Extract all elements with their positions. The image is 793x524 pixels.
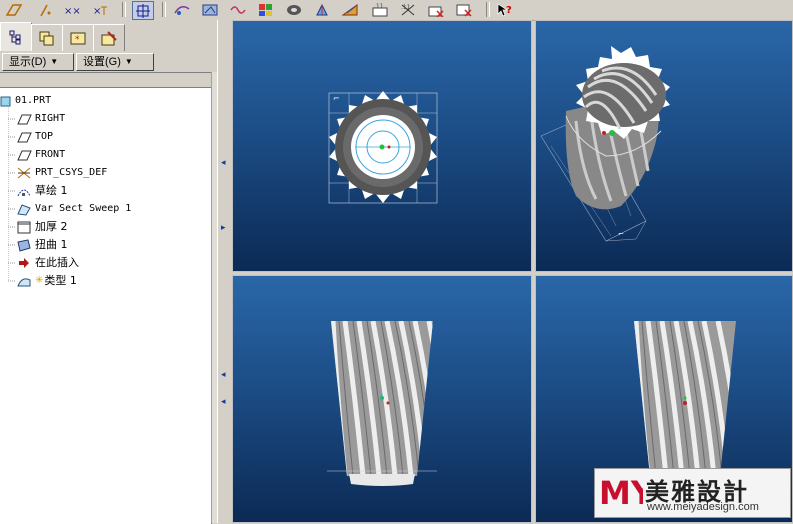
shading-icon[interactable] <box>228 1 248 18</box>
tree-item-insert-here[interactable]: 在此插入 <box>16 255 79 271</box>
layer-tab[interactable] <box>31 24 63 51</box>
tree-item-label: 加厚 2 <box>35 220 68 233</box>
tree-item-label: RIGHT <box>35 113 66 124</box>
tree-item-label: 类型 1 <box>44 274 77 287</box>
style-star-icon: ✳ <box>35 275 44 286</box>
isometric-view-model: ⌐ <box>540 46 670 242</box>
svg-text:MY: MY <box>599 474 643 512</box>
main-toolbar: ×× × .11 .11 ? <box>0 0 793 21</box>
settings-menu-button[interactable]: 设置(G) ▼ <box>76 53 154 71</box>
chevron-down-icon: ▼ <box>50 57 59 66</box>
tree-item-label: TOP <box>35 131 54 142</box>
panel-splitter[interactable]: ◂ ▸ ◂ ◂ <box>217 20 232 523</box>
saved-views-icon[interactable] <box>340 1 360 18</box>
watermark-url: www.meiyadesign.com <box>647 501 759 513</box>
show-menu-button[interactable]: 显示(D) ▼ <box>2 53 74 71</box>
expand-arrow-icon[interactable]: ▸ <box>221 223 227 233</box>
collapse-arrow-icon[interactable]: ◂ <box>221 370 227 380</box>
setup-icon[interactable]: .11 <box>398 1 418 18</box>
analysis-icon[interactable] <box>454 1 474 18</box>
meiya-logo: MY <box>599 472 655 512</box>
tree-item-label: 扭曲 1 <box>35 238 68 251</box>
svg-text:*: * <box>75 35 80 45</box>
collapse-arrow-icon[interactable]: ◂ <box>221 158 227 168</box>
spin-center-icon[interactable] <box>200 1 220 18</box>
tree-item-warp[interactable]: 扭曲 1 <box>16 237 68 253</box>
svg-text:?: ? <box>506 5 512 16</box>
svg-text:.11: .11 <box>374 3 384 10</box>
tree-item-label: PRT_CSYS_DEF <box>35 167 108 178</box>
favorites-tab[interactable]: * <box>62 24 94 51</box>
tree-item-label: FRONT <box>35 149 66 160</box>
svg-text:⌐: ⌐ <box>333 94 340 103</box>
collapse-arrow-icon[interactable]: ◂ <box>221 397 227 407</box>
tree-item-label: Var Sect Sweep 1 <box>35 203 132 214</box>
viewport-top-view[interactable]: ⌐ <box>232 20 532 272</box>
sketch-datum-icon[interactable] <box>4 1 24 18</box>
model-tree: 01.PRT RIGHT TOP FRONT PRT_CSYS_DEF 草绘 1… <box>0 72 212 524</box>
layer-icon[interactable] <box>284 1 304 18</box>
tree-item-csys[interactable]: PRT_CSYS_DEF <box>16 165 107 181</box>
viewport-isometric-view[interactable]: ⌐ <box>535 20 793 272</box>
tree-item-right[interactable]: RIGHT <box>16 111 65 127</box>
tree-item-label: 01.PRT <box>15 95 52 106</box>
chevron-down-icon: ▼ <box>124 57 133 66</box>
tree-item-label: 草绘 1 <box>35 184 68 197</box>
appearance-icon[interactable]: .11 <box>370 1 390 18</box>
tree-item-front[interactable]: FRONT <box>16 147 65 163</box>
viewport-front-view[interactable] <box>232 275 532 523</box>
context-help-icon[interactable]: ? <box>494 1 514 18</box>
history-tab[interactable] <box>93 24 125 51</box>
tree-item-style[interactable]: ✳ 类型 1 <box>16 273 77 289</box>
view-box-icon[interactable] <box>172 1 192 18</box>
tree-item-sketch[interactable]: 草绘 1 <box>16 183 68 199</box>
meiya-design-watermark: MY 美雅設計 www.meiyadesign.com <box>594 468 791 518</box>
tree-item-label: 在此插入 <box>35 256 79 269</box>
navigator-panel: * 显示(D) ▼ 设置(G) ▼ 01.PRT RIGHT TOP FRONT… <box>0 20 218 524</box>
top-view-model: ⌐ <box>328 91 438 204</box>
tree-item-thicken[interactable]: 加厚 2 <box>16 219 68 235</box>
tree-item-sweep[interactable]: Var Sect Sweep 1 <box>16 201 131 217</box>
svg-text:.11: .11 <box>401 4 411 11</box>
model-tree-icon[interactable] <box>312 1 332 18</box>
view-orient-icon[interactable] <box>132 1 154 20</box>
repaint-icon[interactable] <box>256 1 276 18</box>
csys-icon[interactable]: × <box>90 1 110 18</box>
show-menu-label: 显示(D) <box>9 56 47 68</box>
datum-axis-icon[interactable]: ×× <box>62 1 82 18</box>
navigator-tabs: * <box>0 22 217 51</box>
tree-column-header <box>0 73 211 88</box>
svg-text:⌐: ⌐ <box>618 230 624 238</box>
datum-point-icon[interactable] <box>36 1 56 18</box>
regen-icon[interactable] <box>426 1 446 18</box>
svg-text:×: × <box>93 6 101 17</box>
svg-text:××: ×× <box>64 6 81 17</box>
navigator-menus: 显示(D) ▼ 设置(G) ▼ <box>0 52 217 72</box>
tree-item-top[interactable]: TOP <box>16 129 53 145</box>
settings-menu-label: 设置(G) <box>83 56 121 68</box>
model-tree-tab[interactable] <box>0 22 32 51</box>
front-view-model <box>327 321 437 486</box>
tree-connector-lines <box>8 103 16 282</box>
